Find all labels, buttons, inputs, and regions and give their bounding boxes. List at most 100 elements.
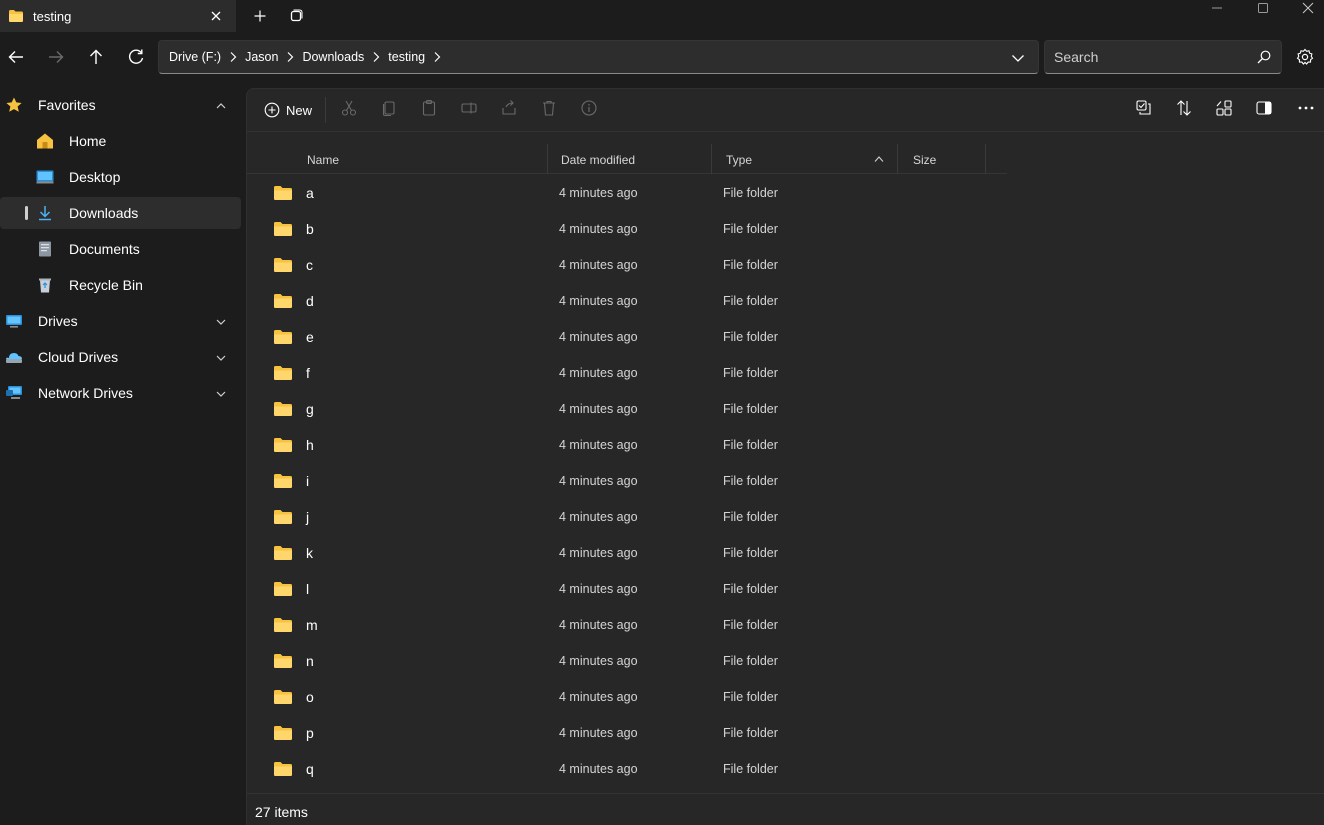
folder-icon [273,185,293,201]
breadcrumb-item-drive[interactable]: Drive (F:) [169,50,221,64]
add-circle-icon [264,102,280,118]
copy-icon[interactable] [380,99,398,117]
more-options-icon[interactable] [1297,99,1315,117]
sidebar-item-network-drives[interactable]: Network Drives [0,377,241,409]
sort-icon[interactable] [1175,99,1193,117]
properties-icon[interactable] [580,99,598,117]
breadcrumb-item-downloads[interactable]: Downloads [302,50,364,64]
file-date-modified: 4 minutes ago [559,654,638,668]
table-row[interactable]: d 4 minutes ago File folder [247,283,1007,319]
table-row[interactable]: h 4 minutes ago File folder [247,427,1007,463]
file-type: File folder [723,726,778,740]
search-box[interactable] [1044,40,1282,74]
column-header-size[interactable]: Size [913,144,936,174]
folder-icon [273,509,293,525]
file-name: k [306,545,313,561]
search-icon[interactable] [1257,50,1271,64]
new-button[interactable]: New [256,97,320,123]
close-icon[interactable] [208,8,224,24]
cut-icon[interactable] [340,99,358,117]
table-row[interactable]: o 4 minutes ago File folder [247,679,1007,715]
address-bar[interactable]: Drive (F:) Jason Downloads testing [158,40,1039,74]
file-date-modified: 4 minutes ago [559,510,638,524]
gear-icon[interactable] [1296,48,1314,66]
refresh-icon[interactable] [126,47,146,67]
maximize-icon[interactable] [1252,0,1274,16]
column-resize-handle[interactable] [711,144,712,174]
file-type: File folder [723,582,778,596]
chevron-down-icon[interactable] [215,352,227,364]
file-type: File folder [723,258,778,272]
table-row[interactable]: q 4 minutes ago File folder [247,751,1007,787]
table-row[interactable]: m 4 minutes ago File folder [247,607,1007,643]
chevron-down-icon[interactable] [215,388,227,400]
column-resize-handle[interactable] [985,144,986,174]
paste-icon[interactable] [420,99,438,117]
chevron-down-icon[interactable] [215,316,227,328]
table-row[interactable]: p 4 minutes ago File folder [247,715,1007,751]
file-name: h [306,437,314,453]
breadcrumb: Drive (F:) Jason Downloads testing [169,50,449,64]
table-row[interactable]: l 4 minutes ago File folder [247,571,1007,607]
preview-pane-icon[interactable] [1255,99,1273,117]
up-arrow-icon[interactable] [86,47,106,67]
back-arrow-icon[interactable] [6,47,26,67]
share-icon[interactable] [500,99,518,117]
file-type: File folder [723,366,778,380]
chevron-down-icon[interactable] [1010,50,1026,66]
column-header-name[interactable]: Name [307,144,339,174]
folder-icon [273,365,293,381]
file-list: a 4 minutes ago File folder b 4 minutes ago F… [247,175,1007,787]
layout-icon[interactable] [1215,99,1233,117]
table-row[interactable]: g 4 minutes ago File folder [247,391,1007,427]
folder-icon [8,9,24,23]
chevron-up-icon[interactable] [215,100,227,112]
column-header-type[interactable]: Type [726,144,752,174]
sidebar-item-desktop[interactable]: Desktop [0,161,241,193]
chevron-right-icon[interactable] [226,50,240,64]
window-close-icon[interactable] [1298,0,1318,16]
toolbar-separator [325,97,326,123]
rename-icon[interactable] [460,99,478,117]
table-row[interactable]: k 4 minutes ago File folder [247,535,1007,571]
column-resize-handle[interactable] [897,144,898,174]
new-tab-icon[interactable] [252,8,268,24]
table-row[interactable]: c 4 minutes ago File folder [247,247,1007,283]
sidebar-item-downloads[interactable]: Downloads [0,197,241,229]
sidebar-item-drives[interactable]: Drives [0,305,241,337]
sidebar-item-label: Cloud Drives [38,349,119,365]
delete-icon[interactable] [540,99,558,117]
chevron-right-icon[interactable] [283,50,297,64]
tab-testing[interactable]: testing [0,0,236,32]
selection-options-icon[interactable] [1135,99,1153,117]
search-input[interactable] [1045,41,1245,73]
chevron-right-icon[interactable] [430,50,444,64]
file-type: File folder [723,438,778,452]
column-resize-handle[interactable] [547,144,548,174]
forward-arrow-icon[interactable] [46,47,66,67]
sidebar-item-favorites[interactable]: Favorites [0,89,241,121]
minimize-icon[interactable] [1206,0,1228,16]
table-row[interactable]: n 4 minutes ago File folder [247,643,1007,679]
table-row[interactable]: e 4 minutes ago File folder [247,319,1007,355]
file-name: g [306,401,314,417]
table-row[interactable]: i 4 minutes ago File folder [247,463,1007,499]
table-row[interactable]: f 4 minutes ago File folder [247,355,1007,391]
tab-list-icon[interactable] [288,8,304,24]
file-date-modified: 4 minutes ago [559,726,638,740]
sidebar-item-cloud-drives[interactable]: Cloud Drives [0,341,241,373]
sidebar-item-recycle-bin[interactable]: Recycle Bin [0,269,241,301]
column-header-date[interactable]: Date modified [561,144,635,174]
sidebar-item-documents[interactable]: Documents [0,233,241,265]
file-name: q [306,761,314,777]
table-row[interactable]: a 4 minutes ago File folder [247,175,1007,211]
chevron-right-icon[interactable] [369,50,383,64]
table-row[interactable]: b 4 minutes ago File folder [247,211,1007,247]
sidebar-item-home[interactable]: Home [0,125,241,157]
folder-icon [273,473,293,489]
breadcrumb-item-jason[interactable]: Jason [245,50,278,64]
table-row[interactable]: j 4 minutes ago File folder [247,499,1007,535]
file-date-modified: 4 minutes ago [559,762,638,776]
breadcrumb-item-testing[interactable]: testing [388,50,425,64]
sidebar-item-label: Favorites [38,97,96,113]
